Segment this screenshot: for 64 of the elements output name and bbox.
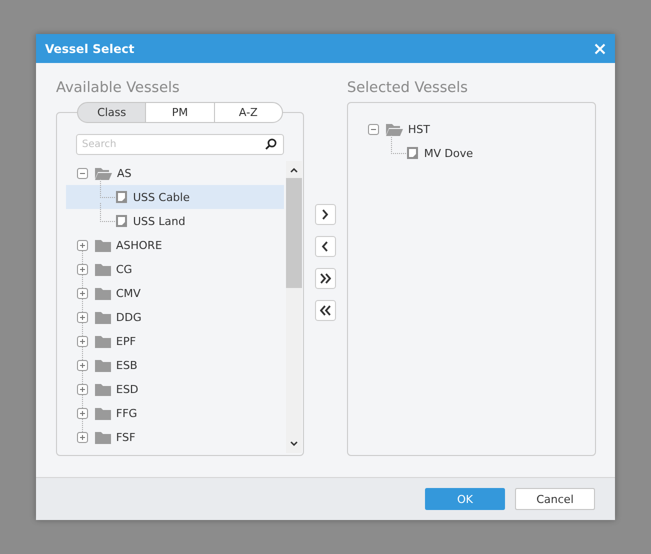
tree-item-label: MV Dove — [424, 146, 473, 160]
move-button[interactable] — [315, 268, 336, 289]
tree-item-label: DDG — [116, 310, 142, 324]
folder-icon — [95, 406, 111, 420]
tab[interactable]: PM — [145, 102, 215, 123]
expand-icon[interactable] — [77, 288, 88, 298]
tree-item-label: EPF — [116, 334, 136, 348]
tree-row[interactable]: AS — [66, 161, 284, 185]
folder-icon — [95, 382, 111, 396]
move-button[interactable] — [315, 204, 336, 225]
expand-icon[interactable] — [77, 408, 88, 418]
document-icon — [407, 147, 418, 159]
tree-item-label: HST — [408, 122, 430, 136]
folder-icon — [95, 238, 111, 252]
folder-icon — [95, 430, 111, 444]
cancel-button[interactable]: Cancel — [515, 488, 595, 510]
tree-item-label: ASHORE — [116, 238, 162, 252]
tab[interactable]: A-Z — [214, 102, 283, 123]
tree-item-label: CG — [116, 262, 132, 276]
scrollbar[interactable] — [286, 161, 302, 453]
scroll-up-icon[interactable] — [290, 167, 298, 173]
tree-item-label: USS Cable — [133, 190, 190, 204]
panel-heading: Available Vessels — [56, 79, 181, 97]
collapse-icon[interactable] — [368, 124, 379, 134]
tab[interactable]: Class — [77, 102, 146, 123]
document-icon — [116, 191, 127, 203]
expand-icon[interactable] — [77, 264, 88, 274]
folder-icon — [95, 358, 111, 372]
folder-icon — [95, 262, 111, 276]
double-chevron-right-icon — [320, 273, 331, 284]
panel-heading: Selected Vessels — [347, 79, 469, 97]
expand-icon[interactable] — [77, 360, 88, 370]
expand-icon[interactable] — [77, 336, 88, 346]
close-button[interactable] — [594, 42, 606, 54]
collapse-icon[interactable] — [77, 168, 88, 178]
expand-icon[interactable] — [77, 384, 88, 394]
tree-item-label: FFG — [116, 406, 138, 420]
folder-icon — [95, 310, 111, 324]
expand-icon[interactable] — [77, 312, 88, 322]
tree-item-label: AS — [117, 166, 132, 180]
open-folder-icon — [95, 166, 112, 180]
chevron-right-icon — [320, 209, 331, 220]
expand-icon[interactable] — [77, 240, 88, 250]
folder-icon — [95, 286, 111, 300]
tree-item-label: USS Land — [133, 214, 186, 228]
tree-row[interactable]: HST — [357, 117, 595, 141]
open-folder-icon — [386, 122, 403, 136]
tree-item-label: FSF — [116, 430, 136, 444]
scroll-down-icon[interactable] — [290, 441, 298, 447]
move-button[interactable] — [315, 236, 336, 257]
tree-item-label: ESB — [116, 358, 138, 372]
folder-icon — [95, 334, 111, 348]
search-field[interactable]: Search — [76, 134, 284, 155]
close-icon — [594, 42, 606, 54]
expand-icon[interactable] — [77, 432, 88, 442]
tree-item-label: ESD — [116, 382, 138, 396]
search-icon — [265, 138, 277, 150]
double-chevron-left-icon — [320, 305, 331, 316]
move-button[interactable] — [315, 300, 336, 321]
document-icon — [116, 215, 127, 227]
scrollbar-thumb[interactable] — [286, 178, 302, 288]
dialog-title: Vessel Select — [45, 42, 134, 56]
tree-row[interactable]: FSF — [66, 425, 284, 449]
tree-item-label: CMV — [116, 286, 141, 300]
